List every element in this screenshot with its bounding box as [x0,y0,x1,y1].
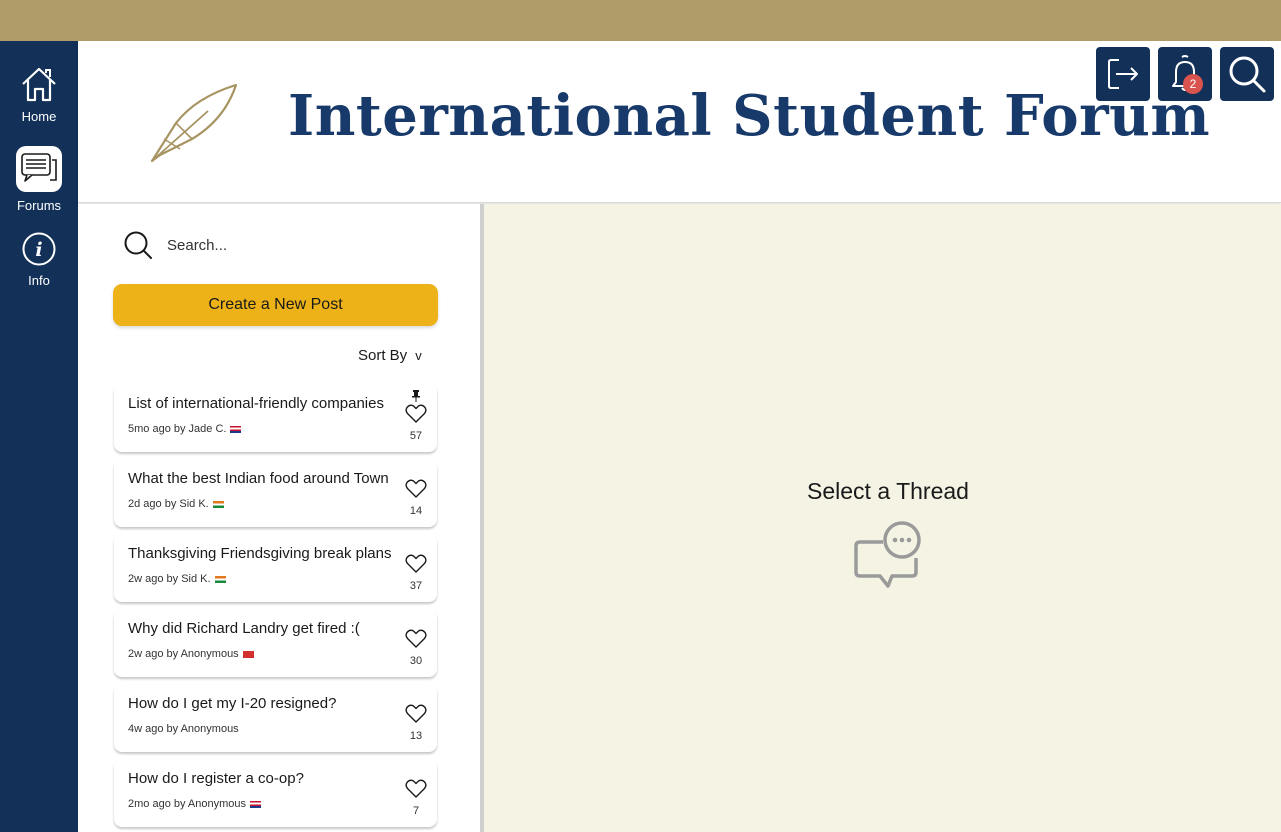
flag-icon [214,575,226,583]
thread-meta-text: 5mo ago by Jade C. [128,423,227,435]
thread-title: Why did Richard Landry get fired :( [128,620,360,637]
thread-meta: 4w ago by Anonymous [128,723,239,735]
top-bar [0,0,1281,41]
flag-icon [212,500,224,508]
thread-detail-panel: Select a Thread [484,204,1281,832]
thread-search-bar [123,230,423,260]
page-title: International Student Forum [288,83,1211,149]
thread-meta-text: 2mo ago by Anonymous [128,798,247,810]
thread-meta: 2mo ago by Anonymous [128,798,262,810]
sidebar-item-label: Forums [16,198,62,213]
page-header: International Student Forum 2 [78,41,1281,203]
header-search-button[interactable] [1220,47,1274,101]
heart-icon[interactable] [405,779,427,799]
thread-title: Thanksgiving Friendsgiving break plans [128,545,392,562]
like-count: 57 [409,430,423,442]
sidebar-item-info[interactable]: i Info [0,231,78,288]
logout-button[interactable] [1096,47,1150,101]
thread-meta-text: 2d ago by Sid K. [128,498,209,510]
create-post-button[interactable]: Create a New Post [113,284,438,326]
empty-state-title: Select a Thread [807,478,969,504]
thread-title: What the best Indian food around Town [128,470,389,487]
thread-meta-text: 2w ago by Sid K. [128,573,211,585]
like-count: 7 [412,805,420,817]
thread-list-item[interactable]: How do I get my I-20 resigned? 4w ago by… [114,684,437,752]
home-icon [22,67,56,102]
thread-list-panel: Create a New Post Sort By v List of inter… [78,204,480,832]
search-icon [124,231,152,259]
heart-icon[interactable] [405,479,427,499]
flag-icon [250,800,262,808]
sort-dropdown[interactable]: Sort By v [358,347,422,364]
flag-icon [242,650,254,658]
heart-icon[interactable] [405,554,427,574]
search-input[interactable] [167,236,407,254]
thread-meta: 5mo ago by Jade C. [128,423,242,435]
thread-title: How do I register a co-op? [128,770,304,787]
search-icon [1229,56,1266,93]
notifications-button[interactable]: 2 [1158,47,1212,101]
thread-list-item[interactable]: List of international-friendly companies… [114,384,437,452]
sidebar-item-forums[interactable]: Forums [0,146,78,213]
pin-icon [412,390,420,402]
thread-meta: 2w ago by Anonymous [128,648,254,660]
thread-list-item[interactable]: What the best Indian food around Town 2d… [114,459,437,527]
thread-list-item[interactable]: Why did Richard Landry get fired :( 2w a… [114,609,437,677]
message-bubble-icon [854,521,921,588]
like-count: 14 [409,505,423,517]
sort-label: Sort By [358,347,408,364]
thread-title: List of international-friendly companies [128,395,384,412]
sidebar-nav: Home Forums i Info [0,41,78,832]
heart-icon[interactable] [405,704,427,724]
sidebar-item-label: Info [28,273,50,288]
chat-bubbles-icon [21,153,57,182]
sidebar-item-label: Home [21,109,57,124]
thread-meta: 2d ago by Sid K. [128,498,224,510]
thread-meta: 2w ago by Sid K. [128,573,226,585]
heart-icon[interactable] [405,629,427,649]
thread-title: How do I get my I-20 resigned? [128,695,337,712]
info-icon: i [22,232,56,266]
heart-icon[interactable] [405,404,427,424]
flag-icon [230,425,242,433]
forums-active-indicator [16,146,62,192]
like-count: 13 [409,730,423,742]
thread-list-item[interactable]: Thanksgiving Friendsgiving break plans 2… [114,534,437,602]
sidebar-item-home[interactable]: Home [0,65,78,124]
like-count: 37 [409,580,423,592]
chevron-down-icon: v [415,348,422,363]
logout-icon [1108,59,1138,89]
thread-list-item[interactable]: How do I register a co-op? 2mo ago by An… [114,759,437,827]
thread-meta-text: 4w ago by Anonymous [128,723,239,735]
quill-pen-icon [150,83,238,163]
like-count: 30 [409,655,423,667]
notification-count-badge: 2 [1183,74,1203,94]
svg-text:i: i [35,239,42,261]
thread-meta-text: 2w ago by Anonymous [128,648,239,660]
